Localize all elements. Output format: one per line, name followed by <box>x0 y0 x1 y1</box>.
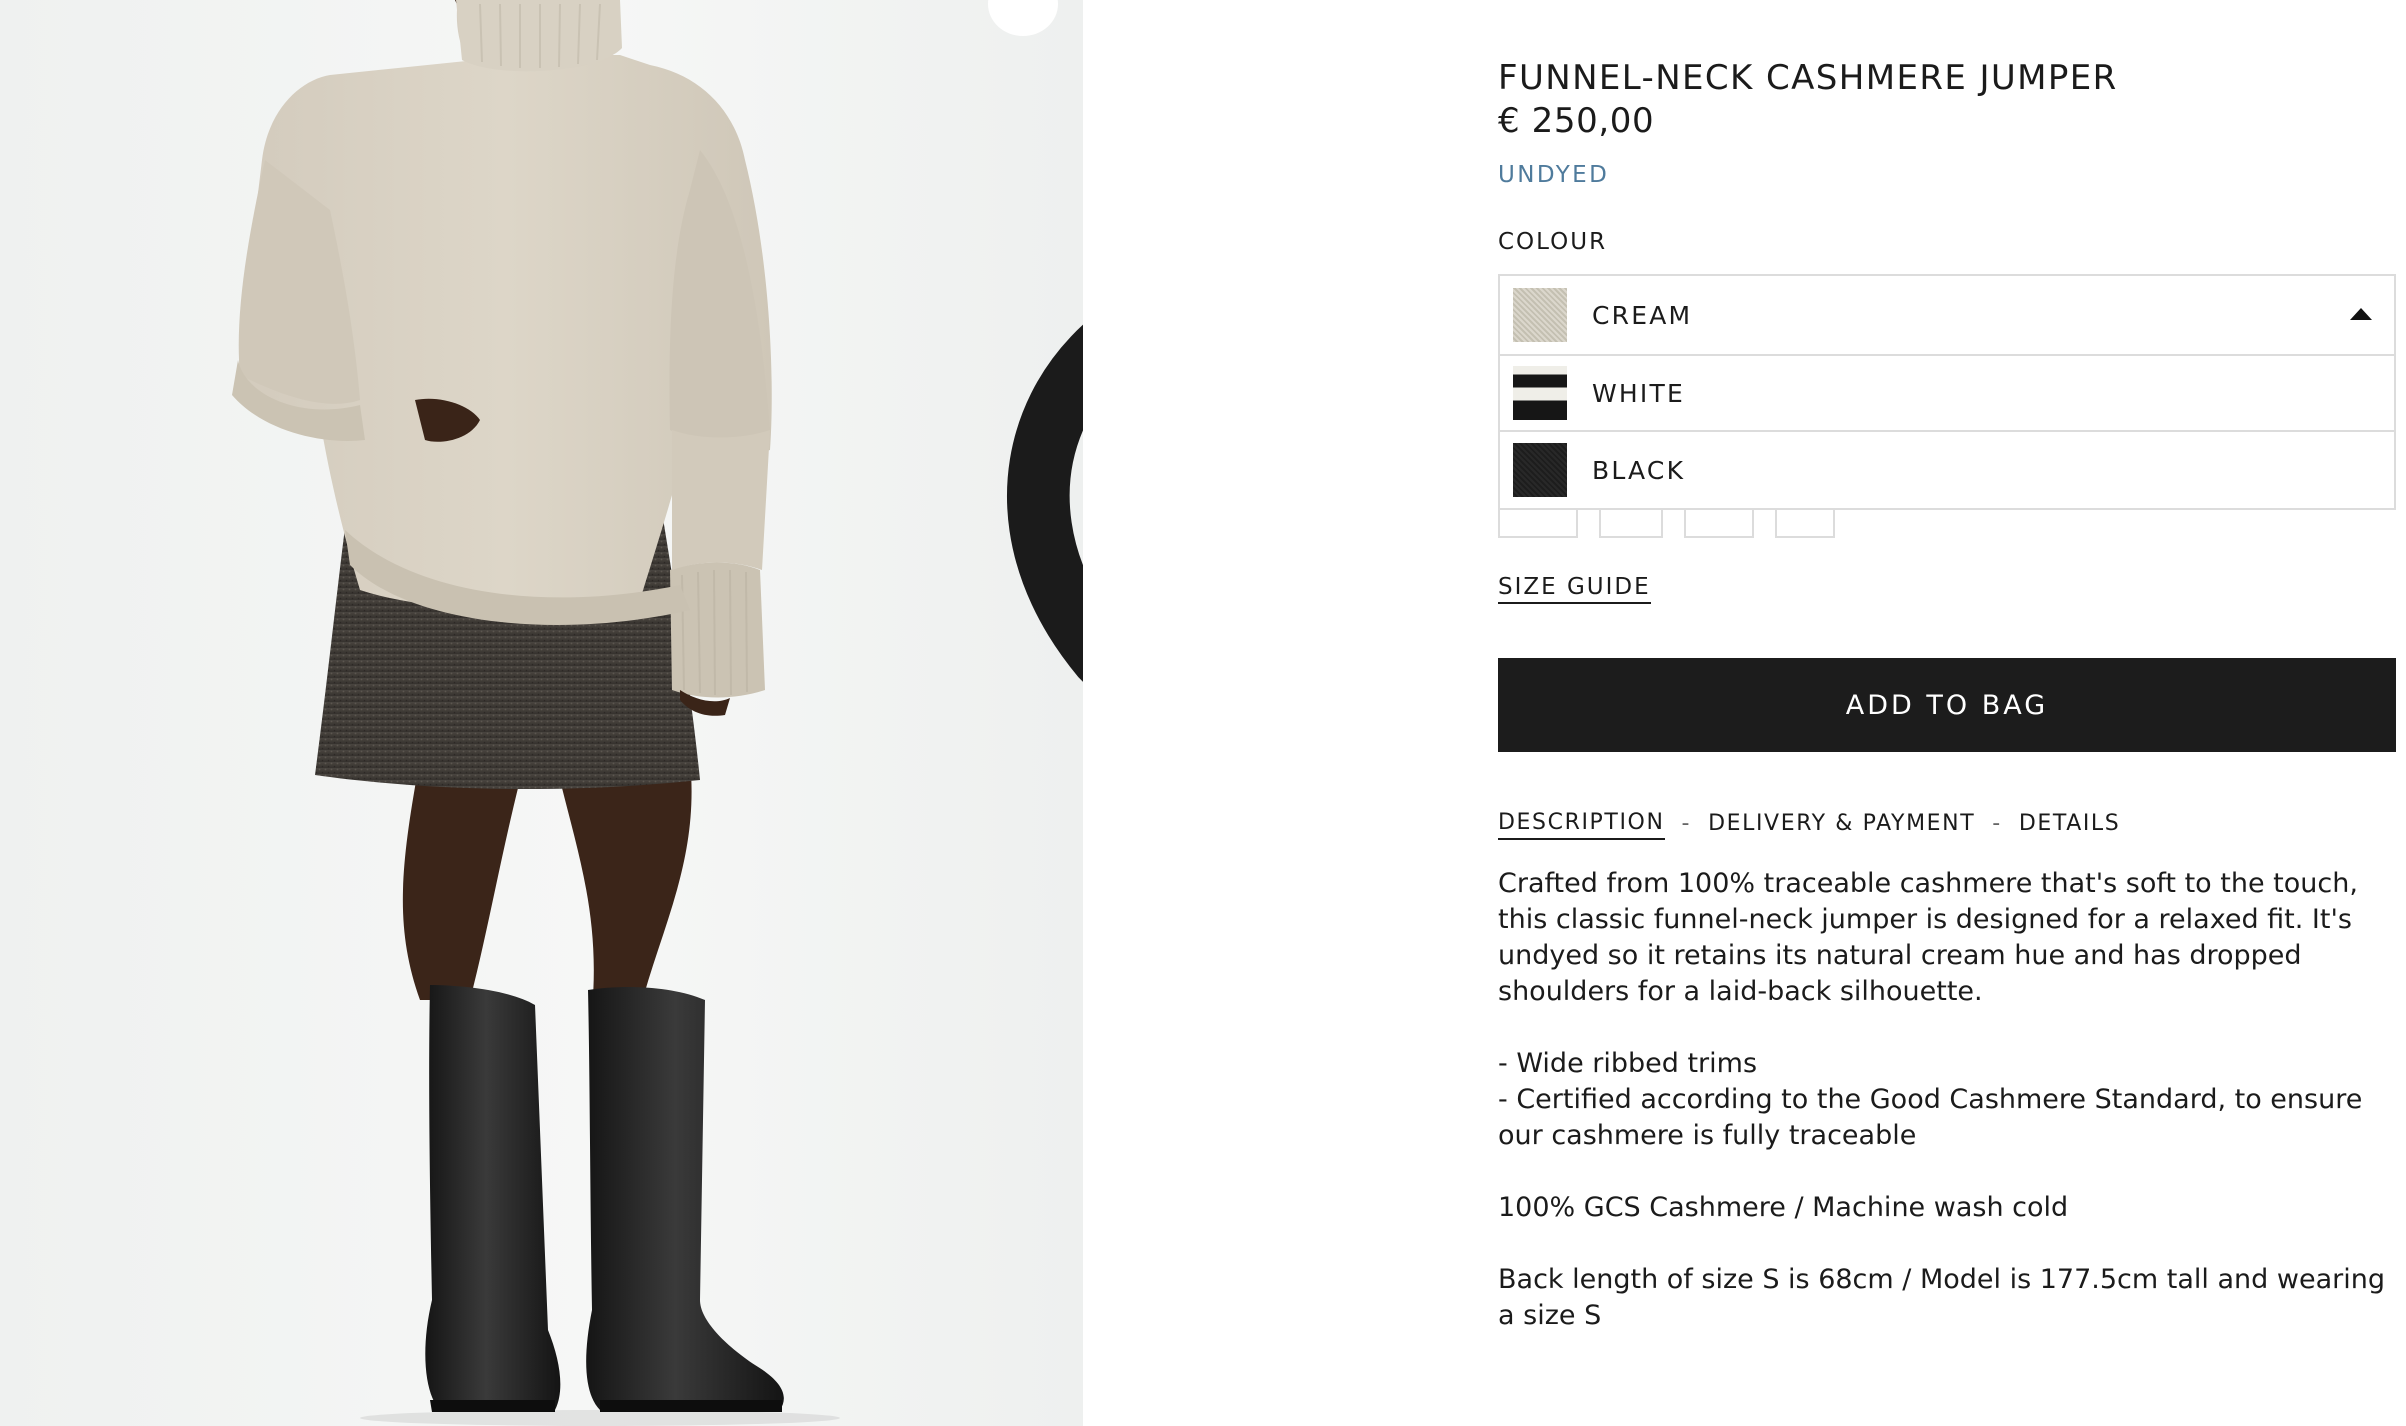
model-photo-illustration <box>232 0 840 1426</box>
heart-icon <box>1007 326 1083 682</box>
description-fit: Back length of size S is 68cm / Model is… <box>1498 1264 2385 1331</box>
description-paragraph: Crafted from 100% traceable cashmere tha… <box>1498 868 2358 1007</box>
white-swatch <box>1513 366 1567 420</box>
size-button[interactable] <box>1498 510 1578 538</box>
product-price: € 250,00 <box>1498 101 1655 141</box>
size-guide-link[interactable]: SIZE GUIDE <box>1498 574 1651 604</box>
caret-up-icon[interactable] <box>2350 308 2372 320</box>
colour-option-label: WHITE <box>1592 378 1685 408</box>
description-composition: 100% GCS Cashmere / Machine wash cold <box>1498 1192 2069 1223</box>
product-tag: UNDYED <box>1498 162 1610 188</box>
size-button[interactable] <box>1775 510 1835 538</box>
tab-delivery-payment[interactable]: DELIVERY & PAYMENT <box>1708 811 1975 839</box>
tab-description[interactable]: DESCRIPTION <box>1498 810 1665 840</box>
colour-option-black[interactable]: BLACK <box>1500 432 2394 508</box>
tab-details[interactable]: DETAILS <box>2019 811 2121 839</box>
colour-option-label: BLACK <box>1592 455 1686 485</box>
colour-option-label: CREAM <box>1592 300 1693 330</box>
tab-separator: - <box>1681 811 1692 836</box>
product-description: Crafted from 100% traceable cashmere tha… <box>1498 866 2403 1370</box>
size-button[interactable] <box>1599 510 1663 538</box>
product-title: FUNNEL-NECK CASHMERE JUMPER <box>1498 58 2118 98</box>
cream-swatch <box>1513 288 1567 342</box>
colour-dropdown: CREAM WHITE BLACK <box>1498 274 2396 510</box>
product-image <box>0 0 1083 1426</box>
info-tabs: DESCRIPTION - DELIVERY & PAYMENT - DETAI… <box>1498 810 2120 840</box>
colour-label: COLOUR <box>1498 229 1608 255</box>
description-bullet: - Wide ribbed trims <box>1498 1048 1758 1079</box>
black-swatch <box>1513 443 1567 497</box>
add-to-bag-button[interactable]: ADD TO BAG <box>1498 658 2396 752</box>
favourite-button[interactable] <box>988 0 1083 682</box>
colour-selected-option[interactable]: CREAM <box>1500 276 2394 356</box>
tab-separator: - <box>1992 811 2002 836</box>
description-bullet: - Certified according to the Good Cashme… <box>1498 1084 2363 1151</box>
size-button[interactable] <box>1684 510 1754 538</box>
description-bullets: - Wide ribbed trims - Certified accordin… <box>1498 1046 2403 1154</box>
colour-option-white[interactable]: WHITE <box>1500 356 2394 432</box>
